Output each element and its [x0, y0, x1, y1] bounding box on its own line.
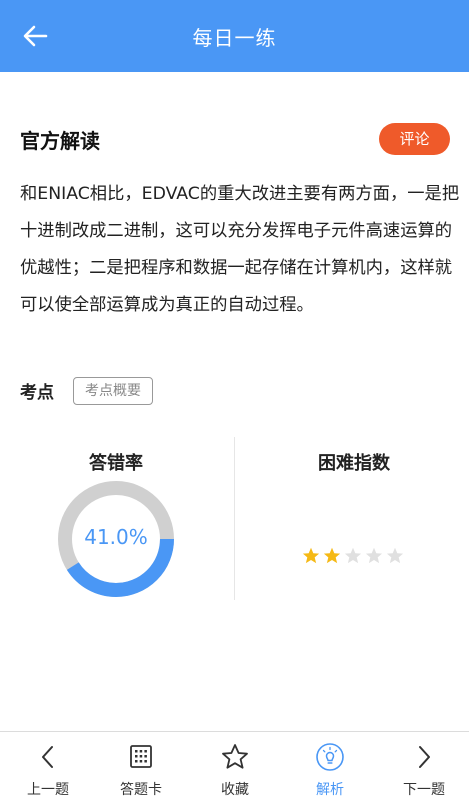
- comment-button[interactable]: 评论: [379, 123, 450, 155]
- error-rate-label: 答错率: [89, 453, 143, 474]
- answer-card-button[interactable]: 答题卡: [101, 732, 181, 800]
- star-filled-icon: [323, 547, 341, 564]
- knowledge-point-tag[interactable]: 考点概要: [73, 377, 153, 405]
- difficulty-stars: [302, 547, 404, 565]
- lightbulb-icon: [316, 743, 344, 771]
- next-question-button[interactable]: 下一题: [384, 732, 464, 800]
- difficulty-label: 困难指数: [318, 453, 390, 474]
- chevron-left-icon: [42, 746, 53, 768]
- nav-label-answer-card: 答题卡: [120, 782, 162, 798]
- nav-label-next: 下一题: [403, 782, 445, 798]
- star-filled-icon: [302, 547, 320, 564]
- prev-question-button[interactable]: 上一题: [8, 732, 88, 800]
- explanation-text: 和ENIAC相比，EDVAC的重大改进主要有两方面，一是把十进制改成二进制，这可…: [20, 184, 460, 315]
- error-rate-value: 41.0%: [84, 525, 148, 549]
- chevron-right-icon: [419, 746, 430, 768]
- analysis-button[interactable]: 解析: [290, 732, 370, 800]
- star-empty-icon: [386, 547, 404, 564]
- top-bar: 每日一练: [0, 0, 469, 72]
- nav-label-prev: 上一题: [27, 782, 69, 798]
- page-title: 每日一练: [192, 26, 277, 50]
- section-title: 官方解读: [20, 129, 100, 153]
- answer-card-icon: [130, 745, 152, 768]
- star-empty-icon: [344, 547, 362, 564]
- nav-label-analysis: 解析: [316, 782, 344, 798]
- star-empty-icon: [365, 547, 383, 564]
- star-outline-icon: [222, 744, 248, 769]
- nav-label-favorite: 收藏: [221, 782, 249, 798]
- bottom-nav: 上一题 答题卡 收藏 解析 下一题: [0, 731, 469, 800]
- favorite-button[interactable]: 收藏: [195, 732, 275, 800]
- knowledge-point-label: 考点: [20, 383, 54, 403]
- stats-divider: [234, 437, 235, 600]
